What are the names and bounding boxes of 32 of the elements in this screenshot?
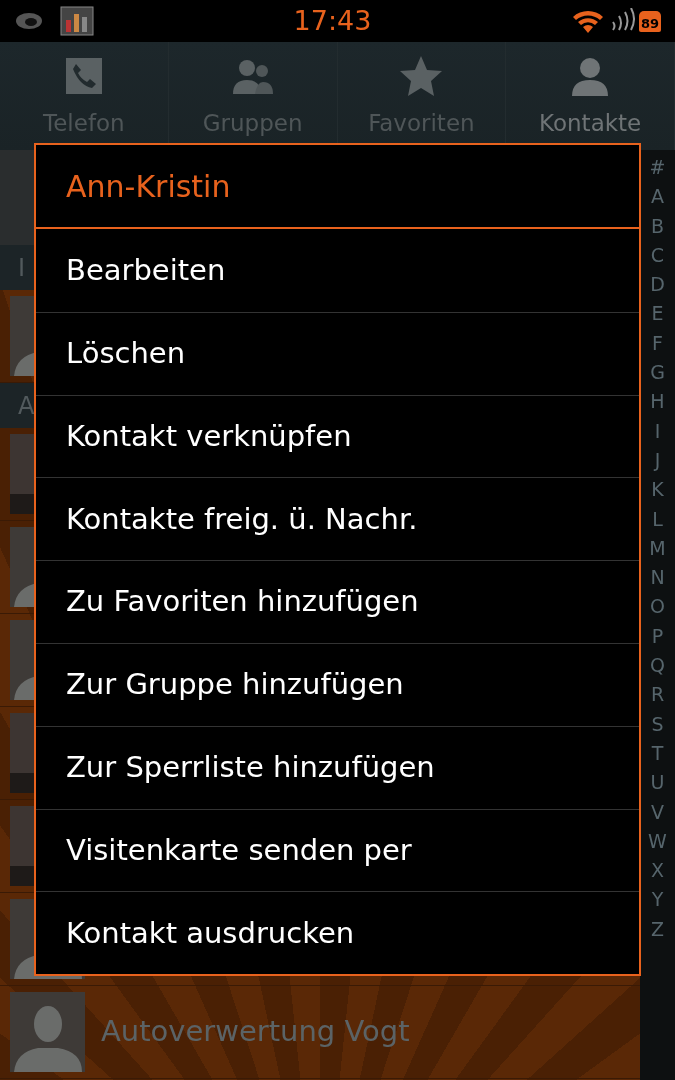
index-letter[interactable]: I [640,416,675,446]
index-letter[interactable]: N [640,563,675,593]
index-letter[interactable]: C [640,240,675,271]
index-letter[interactable]: E [640,299,675,329]
index-letter[interactable]: U [640,768,675,798]
index-letter[interactable]: H [640,387,675,417]
contact-name: Autoverwertung Vogt [101,1013,410,1051]
index-letter[interactable]: A [640,182,675,212]
contact-row[interactable]: Autoverwertung Vogt [0,986,640,1079]
index-letter[interactable]: D [640,270,675,300]
index-letter[interactable]: K [640,475,675,505]
index-letter[interactable]: W [640,826,675,857]
index-letter[interactable]: T [640,738,675,769]
index-letter[interactable]: B [640,211,675,241]
chart-icon [60,6,94,36]
index-letter[interactable]: R [640,680,675,710]
index-letter[interactable]: X [640,856,675,886]
index-letter[interactable]: Q [640,651,675,681]
index-letter[interactable]: # [640,153,675,183]
index-letter[interactable]: V [640,797,675,827]
index-letter[interactable]: L [640,504,675,534]
index-letter[interactable]: Y [640,885,675,915]
index-letter[interactable]: J [640,445,675,476]
clock-time: 17:43 [293,3,372,38]
index-letter[interactable]: P [640,621,675,652]
index-letter[interactable]: G [640,358,675,388]
battery-indicator: 89 [638,10,661,32]
index-letter[interactable]: M [640,533,675,564]
index-letter[interactable]: Z [640,914,675,944]
index-letter[interactable]: O [640,592,675,622]
index-letter[interactable]: S [640,709,675,739]
index-letter[interactable]: F [640,328,675,359]
